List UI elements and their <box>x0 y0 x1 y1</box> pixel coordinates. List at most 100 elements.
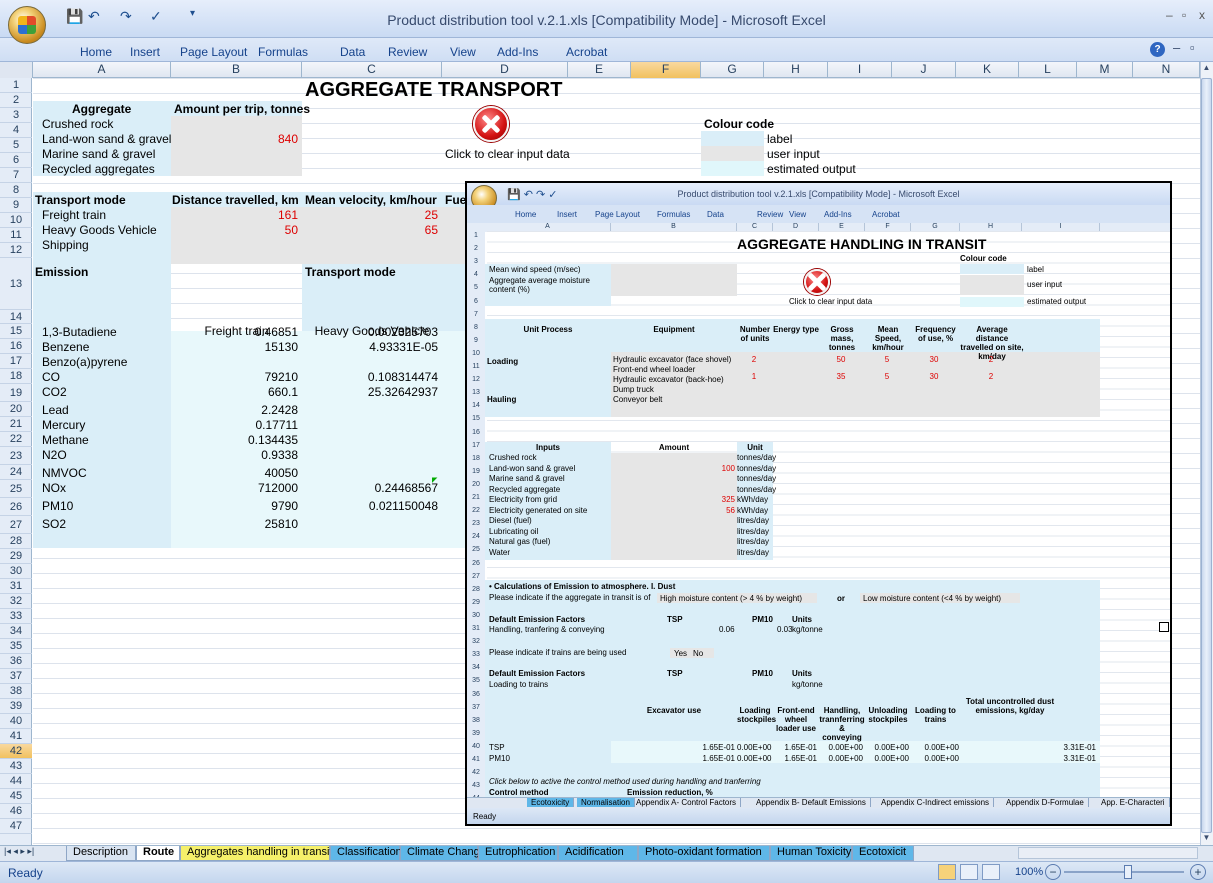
row-header-41[interactable]: 41 <box>0 729 32 744</box>
sheet-tab[interactable]: Eutrophication <box>478 846 558 861</box>
close-button[interactable]: x <box>1199 8 1205 22</box>
row-header-46[interactable]: 46 <box>0 804 32 819</box>
row-header-15[interactable]: 15 <box>0 324 32 339</box>
col-header-m[interactable]: M <box>1077 62 1133 78</box>
row-header-26[interactable]: 26 <box>0 498 32 516</box>
tab-home[interactable]: Home <box>80 45 112 59</box>
row-header-44[interactable]: 44 <box>0 774 32 789</box>
clear-input-button[interactable] <box>473 106 511 144</box>
row-header-28[interactable]: 28 <box>0 534 32 549</box>
sheet-tab[interactable]: Ecotoxicit <box>852 846 914 861</box>
page-layout-view-icon[interactable] <box>960 864 978 880</box>
row-header-38[interactable]: 38 <box>0 684 32 699</box>
row-header-32[interactable]: 32 <box>0 594 32 609</box>
row-header-9[interactable]: 9 <box>0 198 32 213</box>
row-header-7[interactable]: 7 <box>0 168 32 183</box>
zoom-level[interactable]: 100% <box>1015 866 1043 878</box>
hgv-distance[interactable]: 50 <box>171 223 298 237</box>
amount-land-won-value[interactable]: 840 <box>171 132 298 146</box>
scroll-thumb[interactable] <box>1201 78 1212 833</box>
restore-button[interactable]: ▫ <box>1182 8 1186 22</box>
row-header-17[interactable]: 17 <box>0 354 32 369</box>
row-header-25[interactable]: 25 <box>0 480 32 498</box>
tab-insert[interactable]: Insert <box>130 45 160 59</box>
row-header-43[interactable]: 43 <box>0 759 32 774</box>
row-header-45[interactable]: 45 <box>0 789 32 804</box>
sheet-tab[interactable]: Description <box>66 846 136 861</box>
tab-page-layout[interactable]: Page Layout <box>180 45 247 59</box>
ribbon-restore-button[interactable]: ▫ <box>1190 40 1195 55</box>
row-header-24[interactable]: 24 <box>0 465 32 480</box>
minimize-button[interactable]: – <box>1166 8 1173 22</box>
freight-velocity[interactable]: 25 <box>302 208 438 222</box>
row-header-39[interactable]: 39 <box>0 699 32 714</box>
col-header-n[interactable]: N <box>1133 62 1200 78</box>
col-header-i[interactable]: I <box>828 62 892 78</box>
row-header-35[interactable]: 35 <box>0 639 32 654</box>
page-break-view-icon[interactable] <box>982 864 1000 880</box>
tab-acrobat[interactable]: Acrobat <box>566 45 607 59</box>
sheet-tab[interactable]: Photo-oxidant formation <box>638 846 770 861</box>
row-header-22[interactable]: 22 <box>0 432 32 447</box>
row-header-13[interactable]: 13 <box>0 258 32 310</box>
zoom-in-icon[interactable]: + <box>1190 864 1206 880</box>
amount-input-block[interactable] <box>171 116 302 176</box>
col-header-g[interactable]: G <box>701 62 764 78</box>
sheet-tab[interactable]: Human Toxicity <box>770 846 852 861</box>
tab-formulas[interactable]: Formulas <box>258 45 308 59</box>
tab-review[interactable]: Review <box>388 45 427 59</box>
row-header-19[interactable]: 19 <box>0 384 32 402</box>
col-header-h[interactable]: H <box>764 62 828 78</box>
help-icon[interactable]: ? <box>1150 42 1165 57</box>
row-header-18[interactable]: 18 <box>0 369 32 384</box>
row-header-42[interactable]: 42 <box>0 744 32 759</box>
row-header-1[interactable]: 1 <box>0 78 32 93</box>
tab-add-ins[interactable]: Add-Ins <box>497 45 538 59</box>
row-header-5[interactable]: 5 <box>0 138 32 153</box>
row-header-27[interactable]: 27 <box>0 516 32 534</box>
col-header-f[interactable]: F <box>631 62 701 78</box>
col-header-l[interactable]: L <box>1019 62 1077 78</box>
sheet-tab[interactable]: Acidification <box>558 846 638 861</box>
row-header-34[interactable]: 34 <box>0 624 32 639</box>
sheet-tab[interactable]: Aggregates handling in transit <box>180 846 333 861</box>
normal-view-icon[interactable] <box>938 864 956 880</box>
row-header-21[interactable]: 21 <box>0 417 32 432</box>
row-header-8[interactable]: 8 <box>0 183 32 198</box>
row-header-31[interactable]: 31 <box>0 579 32 594</box>
col-header-e[interactable]: E <box>568 62 631 78</box>
col-header-a[interactable]: A <box>33 62 171 78</box>
row-header-37[interactable]: 37 <box>0 669 32 684</box>
col-header-d[interactable]: D <box>442 62 568 78</box>
office-button[interactable] <box>8 6 46 44</box>
col-header-b[interactable]: B <box>171 62 302 78</box>
row-header-40[interactable]: 40 <box>0 714 32 729</box>
col-header-c[interactable]: C <box>302 62 442 78</box>
tab-data[interactable]: Data <box>340 45 365 59</box>
ribbon-minimize-button[interactable]: – <box>1173 40 1180 55</box>
horizontal-scrollbar[interactable] <box>1018 847 1198 859</box>
row-header-16[interactable]: 16 <box>0 339 32 354</box>
row-header-11[interactable]: 11 <box>0 228 32 243</box>
row-header-47[interactable]: 47 <box>0 819 32 834</box>
row-header-14[interactable]: 14 <box>0 310 32 324</box>
col-header-j[interactable]: J <box>892 62 956 78</box>
scroll-down-icon[interactable]: ▼ <box>1201 833 1212 845</box>
row-header-6[interactable]: 6 <box>0 153 32 168</box>
sheet-tab[interactable]: Classification <box>330 846 402 861</box>
row-header-4[interactable]: 4 <box>0 123 32 138</box>
row-header-12[interactable]: 12 <box>0 243 32 258</box>
sheet-tab[interactable]: Climate Change <box>400 846 486 861</box>
zoom-out-icon[interactable]: − <box>1045 864 1061 880</box>
row-header-2[interactable]: 2 <box>0 93 32 108</box>
row-header-3[interactable]: 3 <box>0 108 32 123</box>
row-header-20[interactable]: 20 <box>0 402 32 417</box>
freight-distance[interactable]: 161 <box>171 208 298 222</box>
sheet-tab[interactable]: Route <box>136 846 180 861</box>
row-header-36[interactable]: 36 <box>0 654 32 669</box>
hgv-velocity[interactable]: 65 <box>302 223 438 237</box>
row-header-23[interactable]: 23 <box>0 447 32 465</box>
tab-view[interactable]: View <box>450 45 476 59</box>
zoom-slider-thumb[interactable] <box>1124 865 1132 879</box>
row-header-10[interactable]: 10 <box>0 213 32 228</box>
